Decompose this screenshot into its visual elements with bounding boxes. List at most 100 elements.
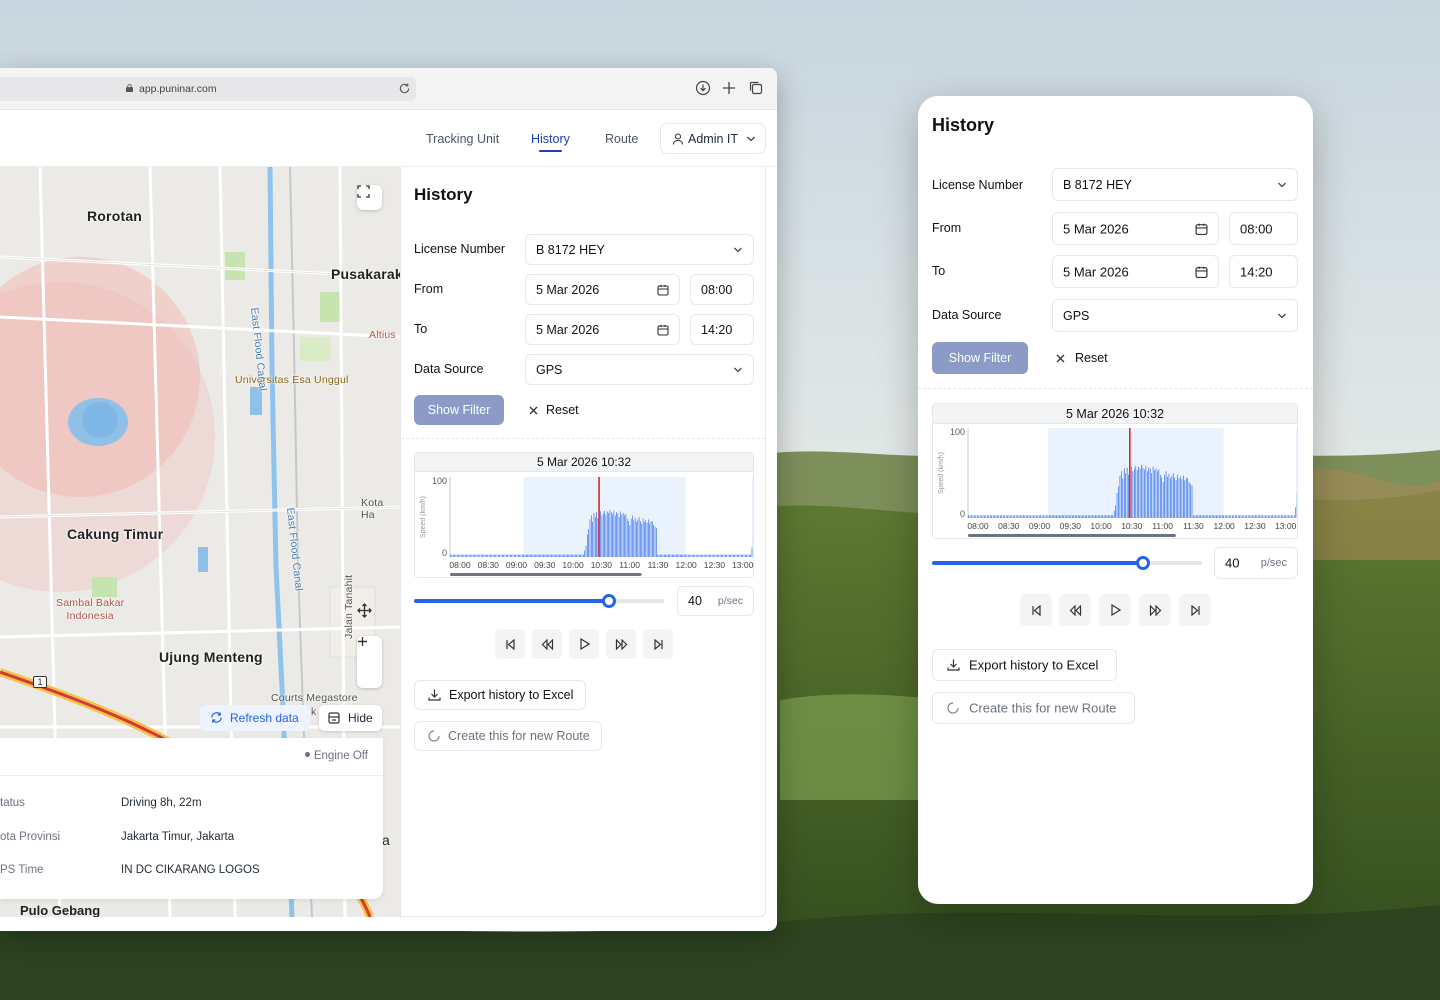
nav-route[interactable]: Route [605, 132, 638, 146]
speed-bar [535, 554, 536, 557]
rewind-button[interactable] [532, 629, 562, 659]
speed-bar [697, 554, 698, 557]
speed-bar [587, 534, 588, 557]
to-date-field[interactable]: 5 Mar 2026 [1052, 255, 1219, 288]
speed-bar [1000, 515, 1001, 518]
map-view[interactable]: Rorotan Pusakaraky Altius Universitas Es… [0, 167, 400, 917]
chevron-down-icon [1278, 313, 1286, 318]
create-route-button[interactable]: Create this for new Route [414, 721, 602, 751]
chart-scrollbar[interactable] [450, 573, 642, 576]
speed-bar [1128, 474, 1129, 518]
speed-field[interactable]: 40 p/sec [677, 586, 754, 616]
address-bar[interactable]: app.puninar.com [0, 77, 416, 101]
new-tab-icon[interactable] [721, 80, 737, 96]
from-date-field[interactable]: 5 Mar 2026 [1052, 212, 1219, 245]
speed-bar [460, 554, 462, 557]
chevron-down-icon [734, 367, 742, 372]
slider-thumb[interactable] [1135, 556, 1150, 570]
show-filter-button[interactable]: Show Filter [414, 395, 504, 425]
speed-bar [989, 515, 991, 518]
show-filter-button[interactable]: Show Filter [932, 342, 1028, 374]
speed-bar [699, 554, 701, 557]
slider-thumb[interactable] [602, 594, 616, 608]
create-route-button[interactable]: Create this for new Route [932, 692, 1135, 724]
speed-bar [472, 554, 474, 557]
to-time-field[interactable]: 14:20 [690, 314, 754, 345]
zoom-out-icon[interactable] [357, 636, 368, 647]
play-button[interactable] [569, 629, 599, 659]
skip-to-end-button[interactable] [1179, 594, 1211, 626]
speed-bar [626, 518, 628, 557]
reset-button[interactable]: Reset [529, 403, 579, 417]
speed-bar [580, 554, 581, 557]
speed-bar [665, 554, 666, 557]
to-date-field[interactable]: 5 Mar 2026 [525, 314, 680, 345]
export-excel-button[interactable]: Export history to Excel [932, 649, 1117, 681]
playback-slider[interactable] [932, 556, 1202, 570]
speed-bar [1119, 475, 1121, 518]
speed-bar [1288, 515, 1289, 518]
skip-to-end-button[interactable] [643, 629, 673, 659]
speed-bar [984, 515, 985, 518]
speed-bar [994, 515, 995, 518]
speed-bar [549, 554, 551, 557]
speed-bar [490, 554, 491, 557]
speed-bar [670, 554, 672, 557]
history-panel: History License Number B 8172 HEY From 5… [400, 167, 766, 917]
speed-bar [1158, 469, 1160, 518]
speed-field[interactable]: 40 p/sec [1214, 547, 1298, 579]
from-time-field[interactable]: 08:00 [1229, 212, 1298, 245]
speed-bar [567, 554, 568, 557]
speed-bar [1007, 515, 1008, 518]
speed-bar [703, 554, 705, 557]
playback-slider[interactable] [414, 594, 664, 608]
fast-forward-button[interactable] [606, 629, 636, 659]
speed-chart[interactable]: 5 Mar 2026 10:32 100 0 Speed (km/h) 08:00 08… [932, 403, 1298, 539]
nav-history[interactable]: History [531, 132, 570, 152]
export-excel-button[interactable]: Export history to Excel [414, 680, 586, 710]
to-time-field[interactable]: 14:20 [1229, 255, 1298, 288]
speed-bar [1236, 515, 1237, 518]
speed-bar [1131, 466, 1132, 518]
fullscreen-button[interactable] [357, 185, 382, 210]
skip-to-start-button[interactable] [1020, 594, 1052, 626]
speed-bar [969, 515, 971, 518]
speed-bar [1260, 515, 1262, 518]
speed-bar [1025, 515, 1027, 518]
license-select[interactable]: B 8172 HEY [525, 234, 754, 265]
tabs-overview-icon[interactable] [748, 80, 764, 96]
speed-bar [634, 517, 636, 557]
reset-button[interactable]: Reset [1056, 351, 1108, 365]
to-label: To [932, 264, 946, 278]
speed-bar [1200, 515, 1201, 518]
speed-bar [609, 509, 611, 557]
rewind-button[interactable] [1059, 594, 1091, 626]
hide-button[interactable]: Hide [319, 705, 382, 731]
speed-bar [483, 554, 485, 557]
x-tick-label: 09:00 [1029, 521, 1051, 531]
from-date-field[interactable]: 5 Mar 2026 [525, 274, 680, 305]
speed-bar [1285, 515, 1286, 518]
speed-bar [624, 515, 625, 557]
speed-bar [1223, 515, 1225, 518]
pan-button[interactable] [357, 603, 382, 628]
speed-chart[interactable]: 5 Mar 2026 10:32 100 0 Speed (km/h) 08:00 08… [414, 452, 754, 578]
fast-forward-button[interactable] [1139, 594, 1171, 626]
x-tick-label: 11:00 [1152, 521, 1173, 531]
source-select[interactable]: GPS [525, 354, 754, 385]
reload-icon[interactable] [398, 82, 411, 95]
speed-bar [1113, 510, 1115, 518]
play-button[interactable] [1099, 594, 1131, 626]
skip-to-start-button[interactable] [495, 629, 525, 659]
download-icon[interactable] [695, 80, 711, 96]
refresh-data-button[interactable]: Refresh data [200, 705, 310, 731]
skip-back-icon [505, 638, 515, 650]
user-menu-button[interactable]: Admin IT [660, 123, 766, 154]
license-select[interactable]: B 8172 HEY [1052, 168, 1298, 201]
x-tick-label: 10:00 [1090, 521, 1112, 531]
from-time-field[interactable]: 08:00 [690, 274, 754, 305]
source-select[interactable]: GPS [1052, 299, 1298, 332]
chart-scrollbar[interactable] [968, 534, 1176, 537]
nav-tracking-unit[interactable]: Tracking Unit [426, 132, 499, 146]
from-label: From [414, 282, 444, 296]
